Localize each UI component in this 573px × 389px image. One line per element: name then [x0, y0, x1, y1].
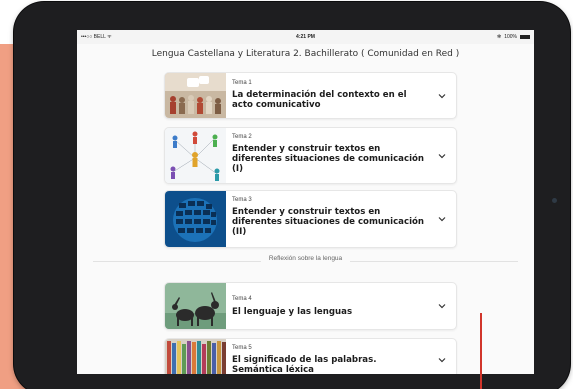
topic-card-1[interactable]: Tema 1 La determinación del contexto en …	[164, 72, 457, 119]
topic-number: Tema 1	[232, 80, 252, 86]
topic-card-2[interactable]: Tema 2 Entender y construir textos en di…	[164, 127, 457, 184]
topic-card-5[interactable]: Tema 5 El significado de las palabras. S…	[164, 338, 457, 374]
tablet-device: •••○○ BELL ᯤ 4:21 PM ✻ 100% Lengua Caste…	[14, 2, 570, 389]
topic-number: Tema 5	[232, 345, 252, 351]
topic-number: Tema 4	[232, 296, 252, 302]
topic-number: Tema 3	[232, 197, 252, 203]
battery-icon	[520, 35, 530, 39]
topic-4-thumbnail	[165, 283, 226, 329]
topic-card-3[interactable]: Tema 3 Entender y construir textos en di…	[164, 190, 457, 248]
section-label-text: Reflexión sobre la lengua	[260, 255, 351, 262]
camera-dot	[552, 198, 557, 203]
topic-title: Entender y construir textos en diferente…	[232, 207, 425, 237]
status-time: 4:21 PM	[296, 34, 315, 40]
topic-number: Tema 2	[232, 134, 252, 140]
topic-1-thumbnail	[165, 73, 226, 118]
status-bar: •••○○ BELL ᯤ 4:21 PM ✻ 100%	[77, 30, 534, 44]
chevron-down-icon[interactable]	[438, 92, 446, 100]
chevron-down-icon[interactable]	[438, 356, 446, 364]
topic-title: La determinación del contexto en el acto…	[232, 90, 407, 110]
topic-3-thumbnail	[165, 191, 226, 247]
topic-card-4[interactable]: Tema 4 El lenguaje y las lenguas	[164, 282, 457, 330]
topic-title: El significado de las palabras. Semántic…	[232, 355, 377, 374]
bluetooth-icon: ✻	[497, 34, 502, 40]
topic-5-thumbnail	[165, 339, 226, 374]
topic-title: Entender y construir textos en diferente…	[232, 144, 425, 174]
battery-label: 100%	[504, 34, 517, 40]
status-right: ✻ 100%	[497, 34, 530, 40]
topic-title: El lenguaje y las lenguas	[232, 307, 353, 317]
page-title: Lengua Castellana y Literatura 2. Bachil…	[151, 49, 460, 59]
pointer-line	[480, 313, 482, 389]
chevron-down-icon[interactable]	[438, 215, 446, 223]
chevron-down-icon[interactable]	[438, 152, 446, 160]
topic-2-thumbnail	[165, 128, 226, 183]
app-screen: •••○○ BELL ᯤ 4:21 PM ✻ 100% Lengua Caste…	[77, 30, 534, 374]
chevron-down-icon[interactable]	[438, 302, 446, 310]
section-label: Reflexión sobre la lengua	[77, 255, 534, 262]
